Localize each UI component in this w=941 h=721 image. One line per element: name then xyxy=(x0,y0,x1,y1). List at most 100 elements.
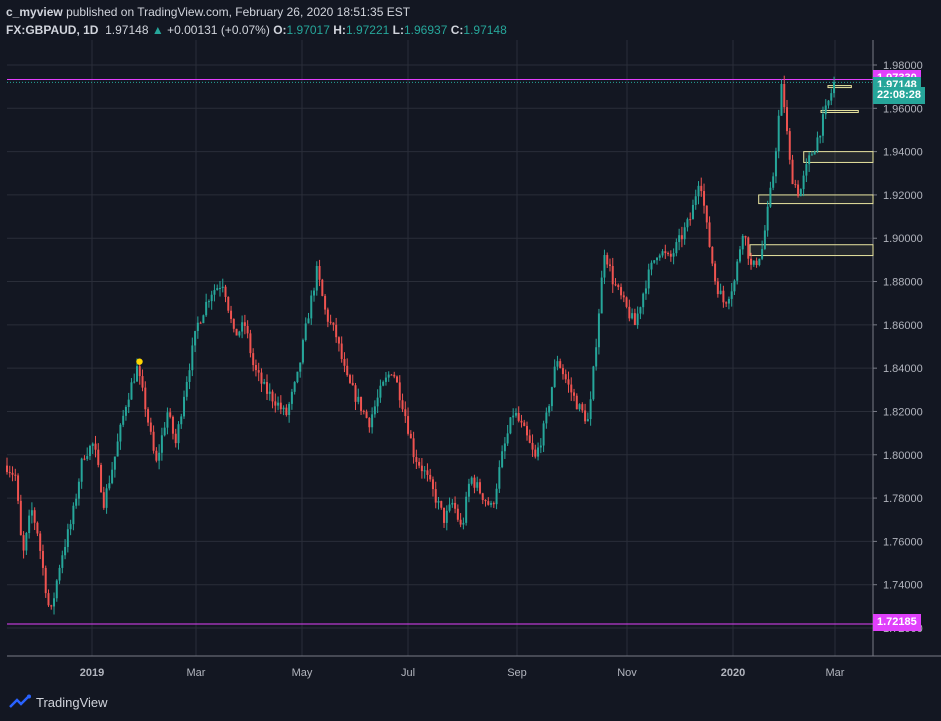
candle-body[interactable] xyxy=(727,298,730,304)
candle-body[interactable] xyxy=(14,474,17,476)
candle-body[interactable] xyxy=(105,488,108,508)
candle-body[interactable] xyxy=(72,505,75,525)
candle-body[interactable] xyxy=(448,504,451,511)
candle-body[interactable] xyxy=(750,258,753,265)
candle-body[interactable] xyxy=(299,362,302,372)
candle-body[interactable] xyxy=(144,387,147,410)
candle-body[interactable] xyxy=(17,475,20,501)
candle-body[interactable] xyxy=(196,322,199,332)
candle-body[interactable] xyxy=(774,151,777,177)
candle-body[interactable] xyxy=(252,353,255,366)
candle-body[interactable] xyxy=(279,402,282,410)
candle-body[interactable] xyxy=(653,260,656,263)
candle-body[interactable] xyxy=(730,291,733,299)
candle-body[interactable] xyxy=(412,438,415,458)
candle-body[interactable] xyxy=(147,409,150,423)
candle-body[interactable] xyxy=(53,598,56,607)
candle-body[interactable] xyxy=(221,286,224,288)
candle-body[interactable] xyxy=(224,286,227,297)
candle-body[interactable] xyxy=(440,501,443,508)
candle-body[interactable] xyxy=(537,447,540,457)
candle-body[interactable] xyxy=(124,406,127,416)
candle-body[interactable] xyxy=(230,310,233,319)
candle-body[interactable] xyxy=(736,261,739,281)
candle-body[interactable] xyxy=(761,249,764,259)
candle-body[interactable] xyxy=(689,219,692,221)
candle-body[interactable] xyxy=(656,257,659,261)
candle-body[interactable] xyxy=(661,251,664,256)
candle-body[interactable] xyxy=(415,457,418,462)
candle-body[interactable] xyxy=(6,465,8,473)
candle-body[interactable] xyxy=(523,422,526,427)
candle-body[interactable] xyxy=(481,493,484,500)
candle-body[interactable] xyxy=(384,377,387,382)
candle-body[interactable] xyxy=(520,420,523,423)
candle-body[interactable] xyxy=(301,340,304,363)
candle-body[interactable] xyxy=(578,404,581,410)
candle-body[interactable] xyxy=(254,365,257,371)
candle-body[interactable] xyxy=(600,277,603,314)
candle-body[interactable] xyxy=(44,567,47,594)
candle-body[interactable] xyxy=(454,502,457,509)
candle-body[interactable] xyxy=(592,366,595,400)
candle-body[interactable] xyxy=(152,431,155,451)
candle-body[interactable] xyxy=(548,406,551,413)
candle-body[interactable] xyxy=(315,265,318,291)
candle-body[interactable] xyxy=(506,433,509,444)
candle-body[interactable] xyxy=(672,253,675,257)
candle-body[interactable] xyxy=(249,333,252,354)
candle-body[interactable] xyxy=(368,417,371,428)
candle-body[interactable] xyxy=(575,395,578,410)
candle-body[interactable] xyxy=(456,508,459,520)
candle-body[interactable] xyxy=(66,529,69,547)
candle-body[interactable] xyxy=(617,284,620,288)
candle-body[interactable] xyxy=(307,318,310,324)
candle-body[interactable] xyxy=(324,295,327,310)
supply-demand-zone[interactable] xyxy=(749,244,874,257)
candle-body[interactable] xyxy=(19,500,22,536)
candle-body[interactable] xyxy=(545,412,548,424)
candle-body[interactable] xyxy=(556,361,559,367)
candle-body[interactable] xyxy=(393,374,396,377)
candle-body[interactable] xyxy=(346,365,349,376)
candle-body[interactable] xyxy=(100,464,103,493)
candle-body[interactable] xyxy=(501,451,504,468)
candle-body[interactable] xyxy=(758,258,761,266)
candle-body[interactable] xyxy=(30,510,33,516)
candle-body[interactable] xyxy=(420,465,423,472)
candle-body[interactable] xyxy=(122,415,125,425)
candle-body[interactable] xyxy=(526,426,529,436)
candle-body[interactable] xyxy=(719,290,722,295)
candle-body[interactable] xyxy=(111,469,114,484)
candle-body[interactable] xyxy=(141,376,144,388)
candle-body[interactable] xyxy=(476,482,479,488)
candle-body[interactable] xyxy=(246,325,249,334)
candle-body[interactable] xyxy=(348,375,351,383)
candle-body[interactable] xyxy=(678,235,681,243)
candle-body[interactable] xyxy=(786,107,789,132)
candle-body[interactable] xyxy=(94,443,97,450)
candle-body[interactable] xyxy=(205,301,208,316)
candle-body[interactable] xyxy=(683,227,686,240)
candle-body[interactable] xyxy=(213,290,216,295)
candle-body[interactable] xyxy=(437,501,440,503)
candle-body[interactable] xyxy=(401,400,404,410)
candle-body[interactable] xyxy=(340,343,343,360)
candle-body[interactable] xyxy=(407,416,410,434)
candle-body[interactable] xyxy=(777,115,780,152)
candle-body[interactable] xyxy=(136,366,139,382)
candle-body[interactable] xyxy=(805,164,808,176)
candle-body[interactable] xyxy=(697,185,700,197)
candle-body[interactable] xyxy=(714,263,717,282)
candle-body[interactable] xyxy=(293,382,296,392)
candle-body[interactable] xyxy=(25,533,28,551)
candle-body[interactable] xyxy=(553,366,556,388)
candle-body[interactable] xyxy=(766,206,769,231)
candle-body[interactable] xyxy=(755,260,758,266)
candle-body[interactable] xyxy=(232,318,235,329)
candle-body[interactable] xyxy=(534,449,537,457)
candle-body[interactable] xyxy=(700,185,703,192)
candle-body[interactable] xyxy=(827,100,830,106)
candle-body[interactable] xyxy=(631,313,634,319)
candle-body[interactable] xyxy=(824,105,827,115)
